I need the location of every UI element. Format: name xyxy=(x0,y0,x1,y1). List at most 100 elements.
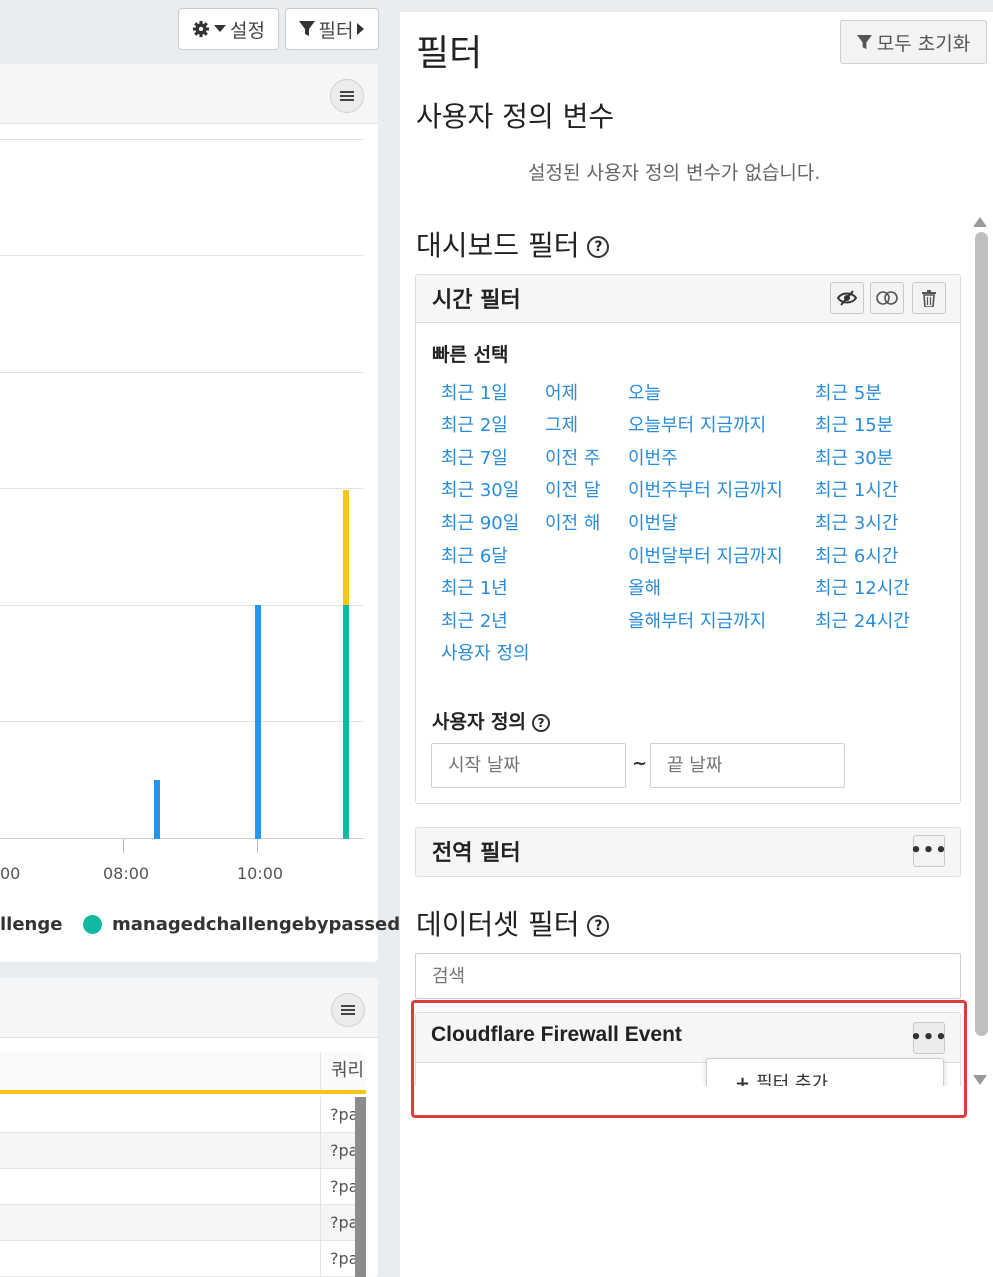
quick-select-option[interactable]: 최근 6시간 xyxy=(815,542,898,568)
settings-button[interactable]: 설정 xyxy=(178,8,279,50)
eye-slash-icon xyxy=(837,290,857,306)
table-menu-button[interactable] xyxy=(331,993,365,1027)
quick-select-option[interactable]: 이번주부터 지금까지 xyxy=(628,476,783,502)
gridline xyxy=(0,139,364,140)
quick-select-option[interactable]: 그제 xyxy=(545,411,578,437)
reset-all-label: 모두 초기화 xyxy=(876,32,971,55)
user-vars-heading: 사용자 정의 변수 xyxy=(416,100,615,133)
quick-select-option[interactable]: 이전 주 xyxy=(545,444,600,470)
quick-select-option[interactable]: 사용자 정의 xyxy=(441,639,530,665)
table-cell: ?pa xyxy=(320,1169,355,1205)
start-date-input[interactable] xyxy=(431,743,626,788)
quick-select-option[interactable]: 이전 해 xyxy=(545,509,600,535)
trash-icon xyxy=(922,289,936,307)
table-row[interactable]: ?pa xyxy=(0,1133,355,1169)
quick-select-option[interactable]: 어제 xyxy=(545,379,578,405)
user-vars-empty-message: 설정된 사용자 정의 변수가 없습니다. xyxy=(528,162,821,184)
quick-select-option[interactable]: 오늘 xyxy=(628,379,661,405)
toggle-filter-button[interactable] xyxy=(870,282,904,314)
table-scrollbar[interactable] xyxy=(355,1097,366,1277)
dataset-filter-heading-text: 데이터셋 필터 xyxy=(416,908,580,941)
end-date-input[interactable] xyxy=(650,743,845,788)
global-filter-more-button[interactable]: ••• xyxy=(910,835,948,867)
bar-blue-small xyxy=(154,780,160,839)
filter-toggle-label: 필터 xyxy=(318,19,354,42)
quick-select-option[interactable]: 최근 30분 xyxy=(815,444,893,470)
quick-select-option[interactable]: 최근 1일 xyxy=(441,379,508,405)
quick-select-option[interactable]: 이번주 xyxy=(628,444,678,470)
delete-filter-button[interactable] xyxy=(912,282,946,314)
quick-select-option[interactable]: 최근 12시간 xyxy=(815,574,910,600)
chart-panel-header xyxy=(0,64,378,124)
legend-item-label: managedchallengebypassed xyxy=(112,914,401,935)
dataset-filter-heading: 데이터셋 필터? xyxy=(416,903,610,943)
chart-panel xyxy=(0,64,378,962)
time-filter-title: 시간 필터 xyxy=(432,288,521,313)
x-tick xyxy=(257,839,258,853)
filter-toggle-button[interactable]: 필터 xyxy=(285,8,379,50)
x-axis-line xyxy=(0,838,364,839)
quick-select-option[interactable]: 최근 6달 xyxy=(441,542,508,568)
quick-select-option[interactable]: 최근 1시간 xyxy=(815,476,898,502)
global-filter-title: 전역 필터 xyxy=(432,841,521,866)
x-tick xyxy=(123,839,124,853)
dashboard-filter-heading-text: 대시보드 필터 xyxy=(416,229,580,262)
legend-dot-teal xyxy=(83,915,102,934)
quick-select-option[interactable]: 올해 xyxy=(628,574,661,600)
quick-select-option[interactable]: 최근 30일 xyxy=(441,476,519,502)
legend-item-label: llenge xyxy=(0,914,63,935)
dashboard-filter-heading: 대시보드 필터? xyxy=(416,224,610,264)
quick-select-option[interactable]: 최근 15분 xyxy=(815,411,893,437)
quick-select-option[interactable]: 최근 2일 xyxy=(441,411,508,437)
quick-select-option[interactable]: 최근 3시간 xyxy=(815,509,898,535)
gear-icon xyxy=(192,20,210,38)
table-panel-header xyxy=(0,978,378,1038)
table-cell: ?pa xyxy=(320,1205,355,1241)
quick-select-option[interactable]: 오늘부터 지금까지 xyxy=(628,411,766,437)
custom-range-label-text: 사용자 정의 xyxy=(432,711,527,733)
quick-select-option[interactable]: 최근 90일 xyxy=(441,509,519,535)
quick-select-option[interactable]: 최근 7일 xyxy=(441,444,508,470)
bar-yellow xyxy=(343,490,349,605)
help-icon[interactable]: ? xyxy=(587,236,610,258)
quick-select-option[interactable]: 이번달부터 지금까지 xyxy=(628,542,783,568)
gridline xyxy=(0,372,364,373)
settings-label: 설정 xyxy=(230,19,265,42)
table-row[interactable]: ?pa xyxy=(0,1241,355,1277)
help-icon[interactable]: ? xyxy=(532,713,551,732)
toggle-icon xyxy=(876,291,898,305)
bar-teal xyxy=(343,605,349,839)
scroll-down-arrow[interactable] xyxy=(973,1070,987,1089)
range-separator: ~ xyxy=(632,753,648,774)
help-icon[interactable]: ? xyxy=(587,915,610,937)
filter-icon xyxy=(298,21,315,36)
table-header-row: 쿼리 xyxy=(0,1052,366,1094)
ellipsis-icon: ••• xyxy=(910,840,948,861)
quick-select-option[interactable]: 이번달 xyxy=(628,509,678,535)
quick-select-option[interactable]: 최근 5분 xyxy=(815,379,882,405)
quick-select-option[interactable]: 최근 2년 xyxy=(441,607,508,633)
gridline xyxy=(0,605,364,606)
chart-menu-button[interactable] xyxy=(330,79,364,113)
column-header-query[interactable]: 쿼리 xyxy=(320,1052,366,1090)
quick-select-option[interactable]: 최근 1년 xyxy=(441,574,508,600)
scroll-up-arrow[interactable] xyxy=(973,212,987,231)
x-tick-label: 10:00 xyxy=(237,864,284,883)
dataset-search-input[interactable] xyxy=(415,953,961,999)
quick-select-option[interactable]: 이전 달 xyxy=(545,476,600,502)
hamburger-icon xyxy=(340,91,354,101)
gridline xyxy=(0,255,364,256)
highlight-box xyxy=(411,1000,967,1118)
quick-select-option[interactable]: 최근 24시간 xyxy=(815,607,910,633)
hide-filter-button[interactable] xyxy=(830,282,864,314)
table-row[interactable]: ?pa xyxy=(0,1205,355,1241)
filter-panel-scrollbar-thumb[interactable] xyxy=(975,232,988,1036)
table-row[interactable]: ?pa xyxy=(0,1097,355,1133)
reset-all-button[interactable]: 모두 초기화 xyxy=(840,20,987,64)
custom-range-label: 사용자 정의? xyxy=(432,707,551,734)
table-cell: ?pa xyxy=(320,1241,355,1277)
x-tick-label: 08:00 xyxy=(103,864,150,883)
quick-select-option[interactable]: 올해부터 지금까지 xyxy=(628,607,766,633)
table-row[interactable]: ?pa xyxy=(0,1169,355,1205)
quick-select-label: 빠른 선택 xyxy=(432,344,509,366)
